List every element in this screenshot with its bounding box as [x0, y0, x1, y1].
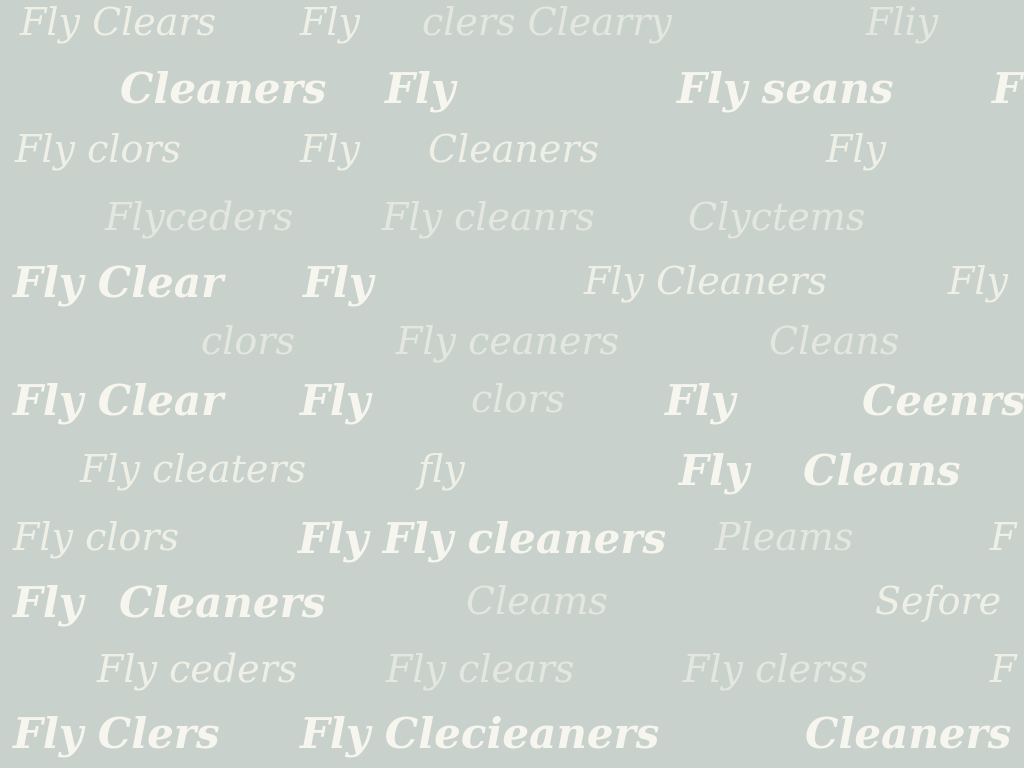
- pattern-word: Fliy: [866, 0, 939, 44]
- pattern-word: Fly: [679, 446, 750, 495]
- pattern-word: Flyceders: [105, 195, 294, 239]
- pattern-word: F: [990, 647, 1017, 691]
- pattern-word: Cleaners: [120, 64, 327, 113]
- pattern-word: Fly cleaters: [80, 447, 307, 491]
- pattern-word: clers Clearry: [422, 0, 672, 44]
- pattern-word: clors: [471, 377, 565, 421]
- pattern-word: Fly: [300, 0, 360, 44]
- pattern-word: Fly Clear: [13, 376, 224, 425]
- pattern-word: Fly clears: [386, 647, 575, 691]
- pattern-word: Fly: [665, 376, 736, 425]
- pattern-word: Pleams: [715, 515, 854, 559]
- pattern-word: Ceenrs: [862, 376, 1024, 425]
- pattern-word: Fly seans: [677, 64, 894, 113]
- pattern-word: Fly: [303, 258, 374, 307]
- pattern-word: fly: [418, 447, 465, 491]
- pattern-word: Fly Clers: [13, 709, 220, 758]
- pattern-word: Fly clerss: [683, 647, 869, 691]
- pattern-word: Cleaners: [428, 127, 599, 171]
- pattern-word: Fly ceaners: [396, 319, 620, 363]
- pattern-word: F: [992, 64, 1022, 113]
- pattern-word: Fly Clecieaners: [300, 709, 660, 758]
- pattern-word: Fly Clear: [13, 258, 224, 307]
- pattern-word: Fly cleanrs: [382, 195, 595, 239]
- pattern-word: Sefore: [875, 579, 1002, 623]
- pattern-word: Fly clors: [13, 515, 180, 559]
- pattern-word: Cleans: [803, 446, 961, 495]
- pattern-word: Cleans: [769, 319, 900, 363]
- pattern-word: Fly: [300, 127, 360, 171]
- fly-cleaners-text-pattern: Fly Clears Fly clers Clearry Fliy Cleane…: [0, 0, 1024, 768]
- pattern-word: Fly Fly cleaners: [298, 514, 667, 563]
- pattern-word: Cleams: [466, 579, 608, 623]
- pattern-word: Clyctems: [688, 195, 866, 239]
- pattern-word: Fly: [300, 376, 371, 425]
- pattern-word: Cleaners: [805, 709, 1012, 758]
- pattern-word: Fly Clears: [20, 0, 217, 44]
- pattern-word: Fly: [385, 64, 456, 113]
- pattern-word: Cleaners: [119, 578, 326, 627]
- pattern-word: F: [990, 515, 1017, 559]
- pattern-word: Fly ceders: [97, 647, 298, 691]
- pattern-word: Fly Cleaners: [584, 259, 828, 303]
- pattern-word: Fly: [13, 578, 84, 627]
- pattern-word: Fly: [948, 259, 1008, 303]
- pattern-word: Fly: [826, 127, 886, 171]
- pattern-word: clors: [201, 319, 295, 363]
- pattern-word: Fly clors: [15, 127, 182, 171]
